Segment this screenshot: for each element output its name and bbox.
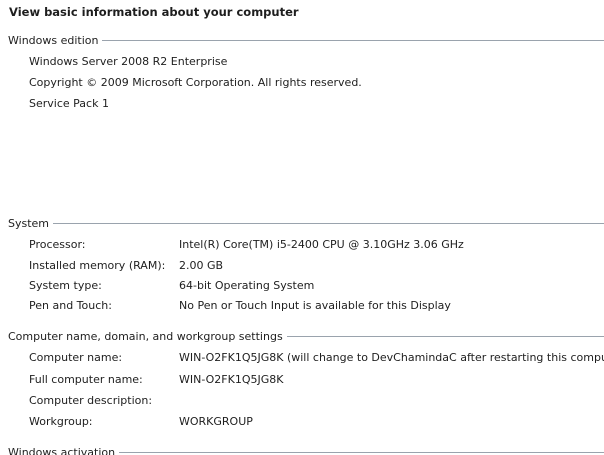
edition-copyright: Copyright © 2009 Microsoft Corporation. … — [29, 76, 362, 89]
section-windows-edition: Windows edition — [8, 33, 604, 47]
field-label: Computer description: — [29, 394, 153, 407]
field-label: Processor: — [29, 238, 86, 251]
field-value: WIN-O2FK1Q5JG8K — [179, 373, 284, 386]
section-divider — [102, 40, 604, 41]
edition-name: Windows Server 2008 R2 Enterprise — [29, 55, 228, 68]
section-header-computer-name: Computer name, domain, and workgroup set… — [8, 329, 283, 343]
section-header-system: System — [8, 216, 50, 230]
field-label: Workgroup: — [29, 415, 93, 428]
section-header-windows-edition: Windows edition — [8, 33, 99, 47]
field-label: System type: — [29, 279, 102, 292]
field-label: Installed memory (RAM): — [29, 259, 166, 272]
section-divider — [286, 336, 604, 337]
page-title: View basic information about your comput… — [9, 5, 299, 19]
field-value: No Pen or Touch Input is available for t… — [179, 299, 451, 312]
field-value: 2.00 GB — [179, 259, 224, 272]
field-value: WORKGROUP — [179, 415, 253, 428]
field-label: Pen and Touch: — [29, 299, 112, 312]
field-value: 64-bit Operating System — [179, 279, 315, 292]
section-header-windows-activation: Windows activation — [8, 445, 116, 455]
section-divider — [119, 452, 604, 453]
section-divider — [53, 223, 604, 224]
field-label: Full computer name: — [29, 373, 143, 386]
field-value: Intel(R) Core(TM) i5-2400 CPU @ 3.10GHz … — [179, 238, 464, 251]
section-windows-activation: Windows activation — [8, 445, 604, 455]
field-value: WIN-O2FK1Q5JG8K (will change to DevChami… — [179, 351, 604, 364]
field-label: Computer name: — [29, 351, 123, 364]
section-computer-name: Computer name, domain, and workgroup set… — [8, 329, 604, 343]
edition-service-pack: Service Pack 1 — [29, 97, 109, 110]
section-system: System — [8, 216, 604, 230]
